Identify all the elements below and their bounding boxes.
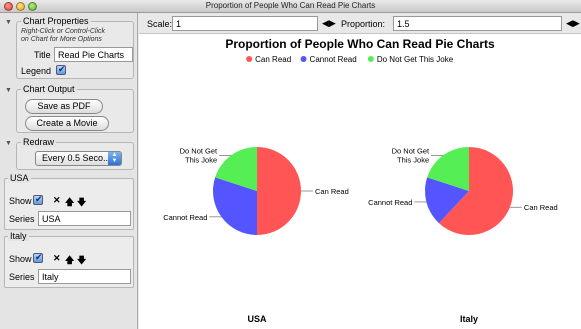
slice-label: Can Read [315,187,349,196]
pie-slice[interactable] [257,147,301,235]
move-up-icon[interactable]: 🡅 [65,195,74,211]
show-label: Show [9,254,32,264]
create-movie-button[interactable]: Create a Movie [25,116,109,131]
chart-properties-title: Chart Properties [21,16,91,26]
show-series-checkbox[interactable] [33,252,43,263]
proportion-label: Proportion: [341,19,386,29]
toolbar: Scale: 1 ◀▶ Proportion: 1.5 ◀▶ [139,13,581,34]
move-down-icon[interactable]: 🡇 [77,195,86,211]
pie-chart-canvas[interactable]: Proportion of People Who Can Read Pie Ch… [139,34,581,329]
collapse-triangle-icon[interactable]: ▼ [5,140,12,147]
series-label: Series [9,272,35,282]
sidebar: ▼ Chart Properties Right-Click or Contro… [0,13,138,329]
series-panel-italy: Italy Show ✕ 🡅 🡇 Series Italy [4,231,134,288]
scale-stepper-icon[interactable]: ◀▶ [322,18,336,29]
save-as-pdf-button[interactable]: Save as PDF [25,99,103,114]
move-down-icon[interactable]: 🡇 [77,253,86,269]
show-series-checkbox[interactable] [33,194,43,205]
main-panel: Scale: 1 ◀▶ Proportion: 1.5 ◀▶ Proportio… [139,13,581,329]
legend-entry: Can Read [255,55,291,64]
show-label: Show [9,196,32,206]
slice-label: Do Not Get This Joke [392,146,430,164]
series-panel-title: Italy [8,231,29,241]
proportion-stepper-icon[interactable]: ◀▶ [566,18,580,29]
hint-line-2: on Chart for More Options [21,36,102,43]
hint-line-1: Right-Click or Control-Click [21,28,106,35]
remove-series-icon[interactable]: ✕ [53,195,61,206]
chart-legend: Can Read Cannot Read Do Not Get This Joke [246,55,454,64]
slice-label: Cannot Read [368,198,412,207]
chart-title-input[interactable]: Read Pie Charts [54,47,133,62]
collapse-triangle-icon[interactable]: ▼ [5,19,12,26]
updown-arrows-icon: ▲ ▼ [108,152,121,165]
scale-input[interactable]: 1 [172,16,318,31]
series-panel-title: USA [8,173,31,183]
legend-swatch [246,56,253,62]
legend-swatch [300,56,307,62]
series-label: Series [9,214,35,224]
collapse-triangle-icon[interactable]: ▼ [5,87,12,94]
pie-usa[interactable]: Can Read Cannot Read Do Not Get This Joke US… [163,146,349,324]
chart-properties-box: Chart Properties Right-Click or Control-… [16,16,134,79]
series-name-input[interactable]: USA [38,211,131,226]
chart-output-title: Chart Output [21,84,77,94]
chart-output-group: ▼ Chart Output Save as PDF Create a Movi… [3,84,136,133]
window-titlebar: Proportion of People Who Can Read Pie Ch… [0,0,581,13]
redraw-title: Redraw [21,137,57,147]
series-name-input[interactable]: Italy [38,269,131,284]
redraw-interval-value: Every 0.5 Seco... [42,153,111,163]
legend-checkbox[interactable] [56,64,66,75]
slice-label: Do Not Get This Joke [180,146,218,164]
series-panel-usa: USA Show ✕ 🡅 🡇 Series USA [4,173,134,230]
pie-italy[interactable]: Can Read Cannot Read Do Not Get This Joke It… [368,146,558,324]
pie-title: Italy [460,314,478,324]
scale-label: Scale: [147,19,173,29]
pies-group: Can Read Cannot Read Do Not Get This Joke US… [163,146,557,324]
chart-properties-group: ▼ Chart Properties Right-Click or Contro… [3,16,136,79]
proportion-input[interactable]: 1.5 [393,16,562,31]
legend-entry: Cannot Read [310,55,357,64]
title-field-label: Title [34,50,51,60]
redraw-interval-select[interactable]: Every 0.5 Seco... ▲ ▼ [35,151,122,166]
legend-swatch [367,56,374,62]
pie-title: USA [247,314,267,324]
slice-label: Can Read [524,203,558,212]
move-up-icon[interactable]: 🡅 [65,253,74,269]
remove-series-icon[interactable]: ✕ [53,253,61,264]
redraw-box: Redraw Every 0.5 Seco... ▲ ▼ [16,137,134,170]
legend-entry: Do Not Get This Joke [377,55,454,64]
chart-output-box: Chart Output Save as PDF Create a Movie [16,84,134,133]
legend-label: Legend [21,66,52,76]
slice-label: Cannot Read [163,213,207,222]
chart-title: Proportion of People Who Can Read Pie Ch… [225,37,495,51]
redraw-group: ▼ Redraw Every 0.5 Seco... ▲ ▼ [3,137,136,170]
window-title: Proportion of People Who Can Read Pie Ch… [205,1,376,10]
